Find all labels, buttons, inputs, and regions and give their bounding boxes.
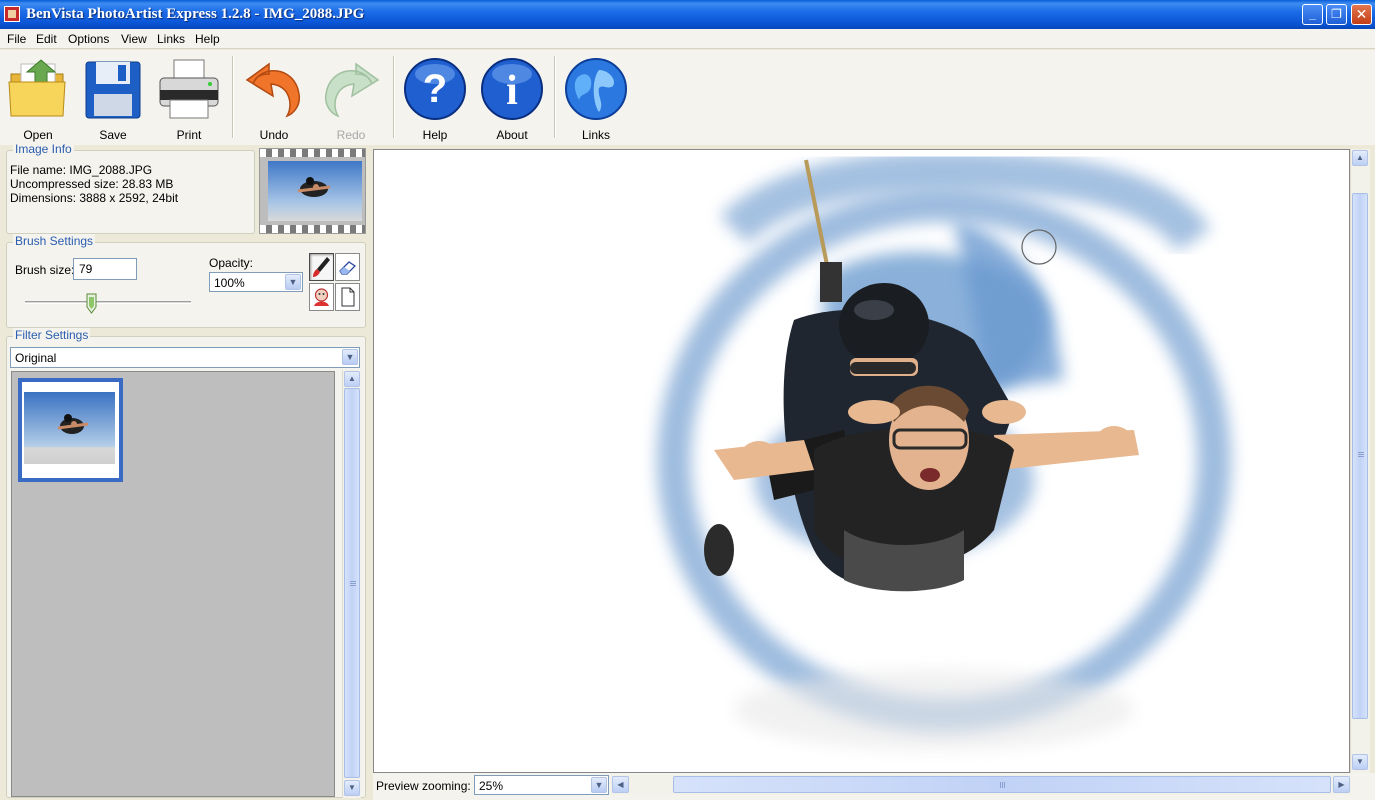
toolbar-separator: [232, 56, 234, 138]
undo-label: Undo: [259, 128, 289, 142]
scroll-up-button[interactable]: ▲: [1352, 150, 1368, 166]
scroll-thumb[interactable]: [344, 388, 360, 778]
opacity-label: Opacity:: [209, 256, 254, 270]
globe-icon: [565, 58, 627, 120]
grip-icon: [1358, 452, 1364, 458]
skydiver-filter-image: [24, 392, 115, 464]
title-bar: BenVista PhotoArtist Express 1.2.8 - IMG…: [0, 0, 1375, 29]
minimize-button[interactable]: _: [1302, 4, 1323, 25]
scroll-up-button[interactable]: ▲: [344, 371, 360, 387]
open-label: Open: [23, 128, 53, 142]
scroll-down-button[interactable]: ▼: [344, 780, 360, 796]
film-strip: [260, 225, 365, 233]
scroll-thumb[interactable]: [673, 776, 1331, 793]
redo-button[interactable]: Redo: [313, 54, 389, 142]
image-info-title: Image Info: [13, 142, 74, 156]
scroll-down-button[interactable]: ▼: [1352, 754, 1368, 770]
preview-zoom-dropdown[interactable]: 25% ▼: [474, 775, 609, 795]
undo-arrow-icon: [245, 62, 301, 118]
filter-list-scrollbar[interactable]: ▲ ▼: [342, 370, 361, 798]
redo-label: Redo: [336, 128, 366, 142]
brush-settings-title: Brush Settings: [13, 234, 96, 248]
canvas-vertical-scrollbar[interactable]: ▲ ▼: [1350, 149, 1370, 773]
help-label: Help: [422, 128, 448, 142]
opacity-value: 100%: [214, 276, 245, 290]
menu-edit[interactable]: Edit: [34, 31, 59, 47]
help-button[interactable]: ? Help: [397, 54, 473, 142]
eraser-icon: [339, 261, 357, 275]
file-name-text: File name: IMG_2088.JPG: [10, 163, 153, 177]
open-button[interactable]: Open: [0, 54, 76, 142]
chevron-down-icon[interactable]: ▼: [342, 349, 358, 365]
skydiver-vignette-image: [657, 150, 1231, 750]
blank-page-icon: [341, 287, 355, 307]
image-info-group: Image Info File name: IMG_2088.JPG Uncom…: [6, 142, 255, 234]
links-button[interactable]: Links: [558, 54, 634, 142]
scroll-left-button[interactable]: ◀: [612, 776, 629, 793]
filter-thumbnail-original[interactable]: [18, 378, 123, 482]
brush-icon: [313, 257, 330, 277]
scroll-thumb[interactable]: [1352, 193, 1368, 719]
menu-help[interactable]: Help: [193, 31, 222, 47]
about-label: About: [496, 128, 528, 142]
menu-bar: File Edit Options View Links Help: [0, 29, 1375, 49]
preview-zoom-label: Preview zooming:: [376, 779, 471, 793]
brush-size-slider-track[interactable]: [25, 301, 191, 304]
svg-text:i: i: [506, 68, 518, 114]
toolbar-separator: [554, 56, 556, 138]
preview-zoom-value: 25%: [479, 779, 504, 793]
menu-links[interactable]: Links: [155, 31, 187, 47]
printer-icon: [159, 59, 219, 119]
canvas-horizontal-scrollbar[interactable]: ◀ ▶: [611, 775, 1351, 795]
undo-button[interactable]: Undo: [236, 54, 312, 142]
menu-options[interactable]: Options: [66, 31, 111, 47]
grip-icon: [350, 581, 356, 587]
image-canvas[interactable]: [373, 149, 1350, 773]
brush-size-slider-thumb[interactable]: [86, 293, 97, 314]
face-stamp-icon: [314, 288, 329, 306]
about-button[interactable]: i About: [474, 54, 550, 142]
folder-icon: [8, 59, 66, 117]
eraser-tool-button[interactable]: [335, 253, 360, 281]
grip-icon: [1000, 782, 1006, 788]
opacity-dropdown[interactable]: 100% ▼: [209, 272, 303, 292]
links-label: Links: [581, 128, 610, 142]
chevron-down-icon[interactable]: ▼: [285, 274, 301, 290]
close-button[interactable]: ✕: [1351, 4, 1372, 25]
question-mark-icon: ?: [404, 58, 466, 120]
scroll-right-button[interactable]: ▶: [1333, 776, 1350, 793]
filter-dropdown[interactable]: Original ▼: [10, 347, 360, 368]
redo-arrow-icon: [324, 62, 380, 118]
svg-text:?: ?: [423, 67, 447, 111]
menu-view[interactable]: View: [119, 31, 149, 47]
brush-size-input[interactable]: [73, 258, 137, 280]
maximize-button[interactable]: ❐: [1326, 4, 1347, 25]
menu-file[interactable]: File: [5, 31, 28, 47]
filter-settings-title: Filter Settings: [13, 328, 91, 342]
skydiver-thumbnail-image: [268, 161, 362, 221]
save-label: Save: [99, 128, 127, 142]
info-icon: i: [481, 58, 543, 120]
image-thumbnail[interactable]: [259, 148, 366, 234]
toolbar-separator: [393, 56, 395, 138]
toolbar: Open Save Print Undo Redo ? Help i About…: [0, 50, 1375, 145]
uncompressed-size-text: Uncompressed size: 28.83 MB: [10, 177, 174, 191]
dimensions-text: Dimensions: 3888 x 2592, 24bit: [10, 191, 179, 205]
save-button[interactable]: Save: [75, 54, 151, 142]
filter-value: Original: [15, 351, 57, 365]
brush-tool-button[interactable]: [309, 253, 334, 281]
brush-size-label: Brush size:: [15, 263, 75, 277]
face-stamp-tool-button[interactable]: [309, 283, 334, 311]
app-icon[interactable]: [4, 6, 20, 22]
window-title: BenVista PhotoArtist Express 1.2.8 - IMG…: [26, 6, 365, 22]
floppy-disk-icon: [85, 61, 141, 119]
print-button[interactable]: Print: [151, 54, 227, 142]
film-strip: [260, 149, 365, 157]
print-label: Print: [176, 128, 202, 142]
chevron-down-icon[interactable]: ▼: [591, 777, 607, 793]
blank-page-tool-button[interactable]: [335, 283, 360, 311]
